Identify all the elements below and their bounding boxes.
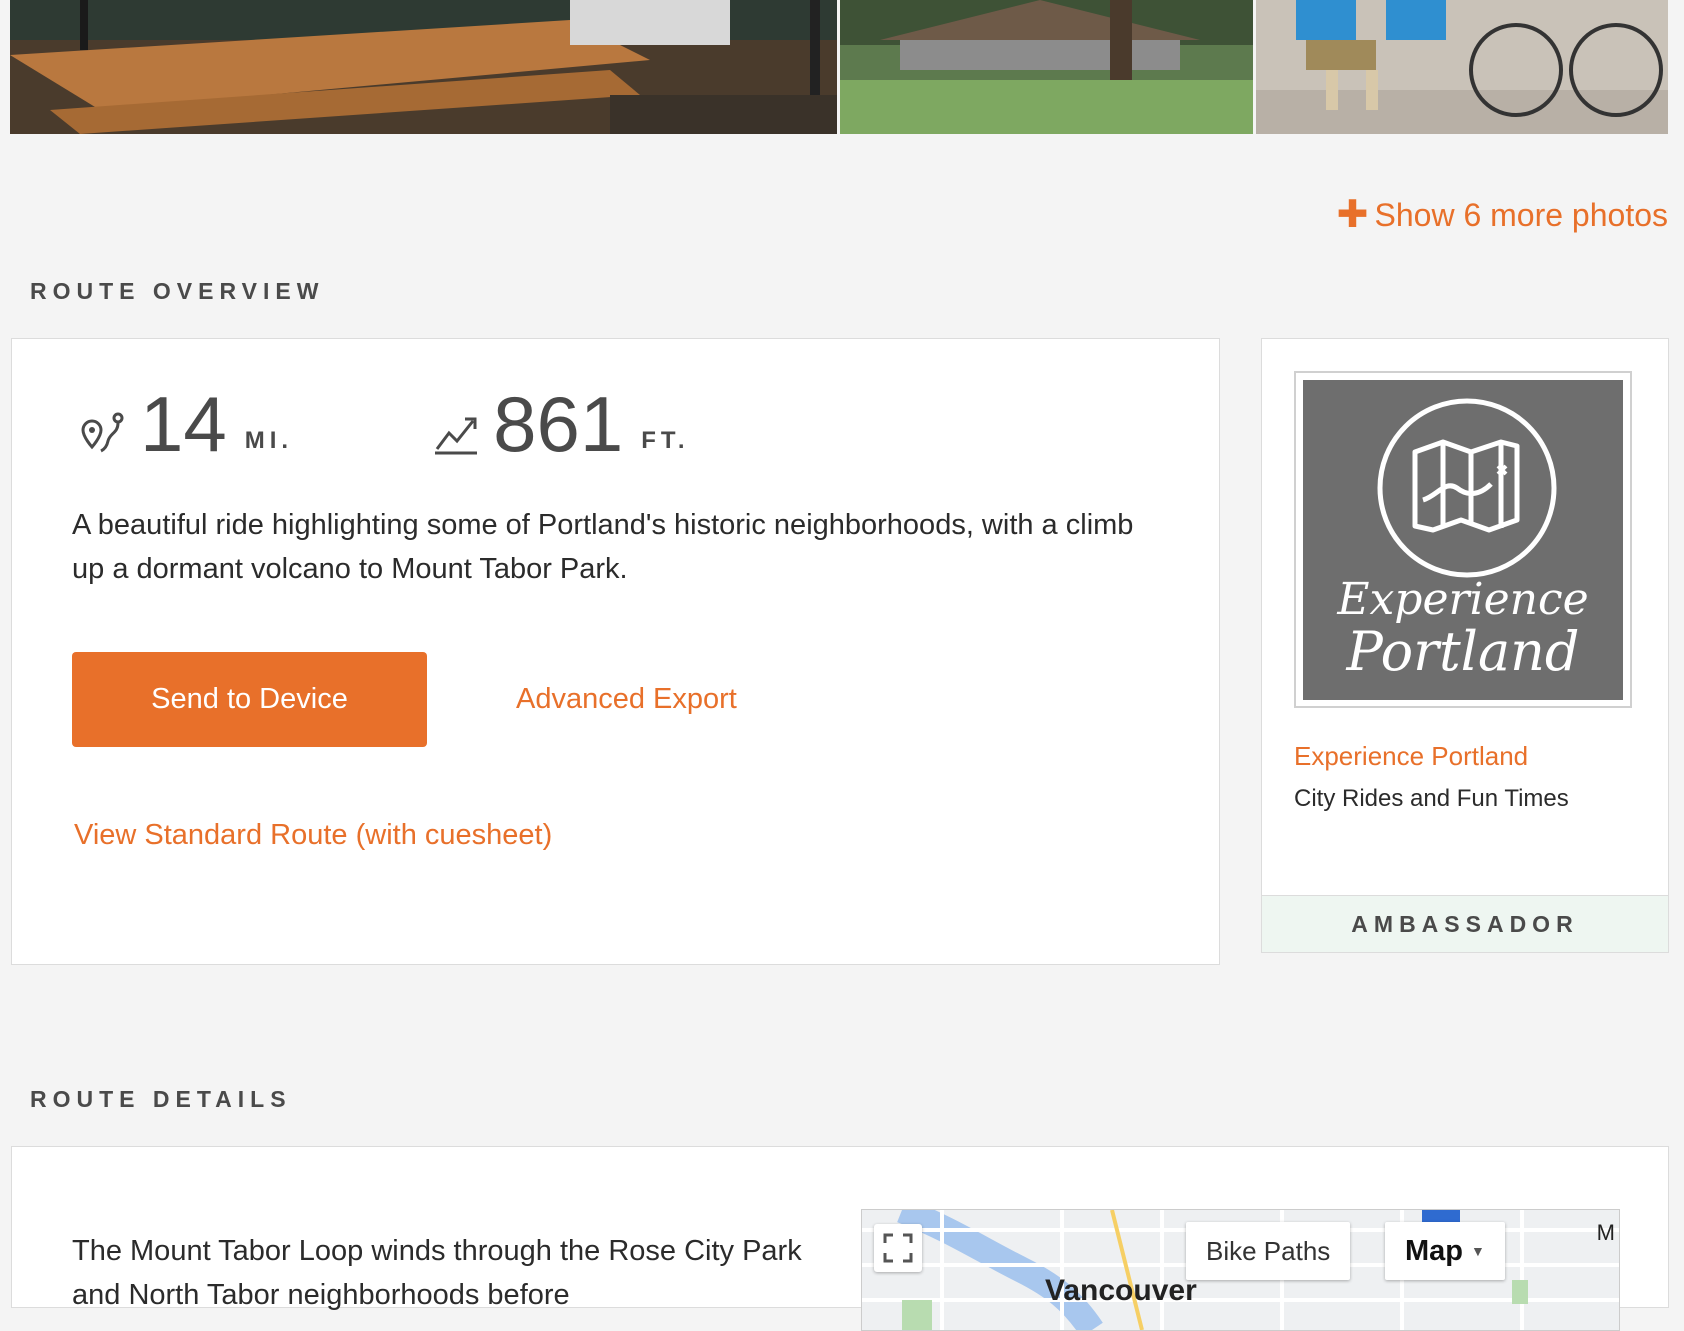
photo-park-shelter[interactable]: [840, 0, 1253, 134]
map-corner-label: M: [1596, 1220, 1615, 1245]
ambassador-logo-image: Experience Portland: [1303, 379, 1623, 700]
fullscreen-icon: [883, 1233, 913, 1263]
bike-paths-label: Bike Paths: [1206, 1235, 1331, 1266]
show-more-photos-label: Show 6 more photos: [1374, 196, 1669, 233]
plus-icon: ✚: [1336, 194, 1369, 236]
photo-picnic-tables[interactable]: [10, 0, 837, 134]
distance-stat: 14 MI.: [80, 385, 293, 463]
caret-down-icon: ▼: [1471, 1243, 1485, 1259]
distance-unit: MI.: [244, 427, 294, 454]
ambassador-card: Experience Portland Experience Portland …: [1261, 338, 1669, 953]
logo-text-line1: Experience: [1337, 573, 1589, 625]
view-standard-route-link[interactable]: View Standard Route (with cuesheet): [74, 819, 552, 852]
fullscreen-button[interactable]: [874, 1224, 922, 1272]
show-more-photos-link[interactable]: ✚ Show 6 more photos: [1337, 196, 1668, 234]
route-details-heading: ROUTE DETAILS: [30, 1086, 292, 1112]
route-pin-icon: [81, 412, 124, 453]
route-details-card: The Mount Tabor Loop winds through the R…: [11, 1146, 1669, 1331]
ambassador-logo[interactable]: Experience Portland: [1294, 371, 1632, 708]
send-to-device-button[interactable]: Send to Device: [72, 652, 427, 747]
bike-paths-button[interactable]: Bike Paths: [1186, 1222, 1351, 1280]
distance-value: 14: [140, 380, 227, 468]
route-description: A beautiful ride highlighting some of Po…: [72, 509, 1134, 585]
map-place-label: Vancouver: [1045, 1274, 1197, 1307]
elevation-value: 861: [493, 380, 624, 468]
logo-text-line2: Portland: [1346, 619, 1580, 683]
elevation-unit: FT.: [641, 427, 690, 454]
ambassador-name-link[interactable]: Experience Portland: [1294, 741, 1528, 772]
route-stats: 14 MI. 861 FT.: [80, 385, 690, 463]
photo-cyclists-bikes[interactable]: [1256, 0, 1668, 134]
ambassador-tagline: City Rides and Fun Times: [1294, 785, 1569, 812]
advanced-export-link[interactable]: Advanced Export: [516, 683, 737, 716]
elevation-stat: 861 FT.: [433, 385, 689, 463]
map-type-dropdown[interactable]: Map ▼: [1385, 1222, 1505, 1280]
ambassador-badge: AMBASSADOR: [1262, 895, 1668, 952]
route-details-text: The Mount Tabor Loop winds through the R…: [72, 1235, 802, 1311]
map-type-label: Map: [1405, 1234, 1463, 1267]
elevation-chart-icon: [435, 417, 478, 455]
route-overview-heading: ROUTE OVERVIEW: [30, 278, 325, 304]
route-overview-card: 14 MI. 861 FT. A beautiful ride highligh…: [11, 338, 1220, 965]
route-map[interactable]: Bike Paths Map ▼ Vancouver M: [861, 1209, 1620, 1331]
